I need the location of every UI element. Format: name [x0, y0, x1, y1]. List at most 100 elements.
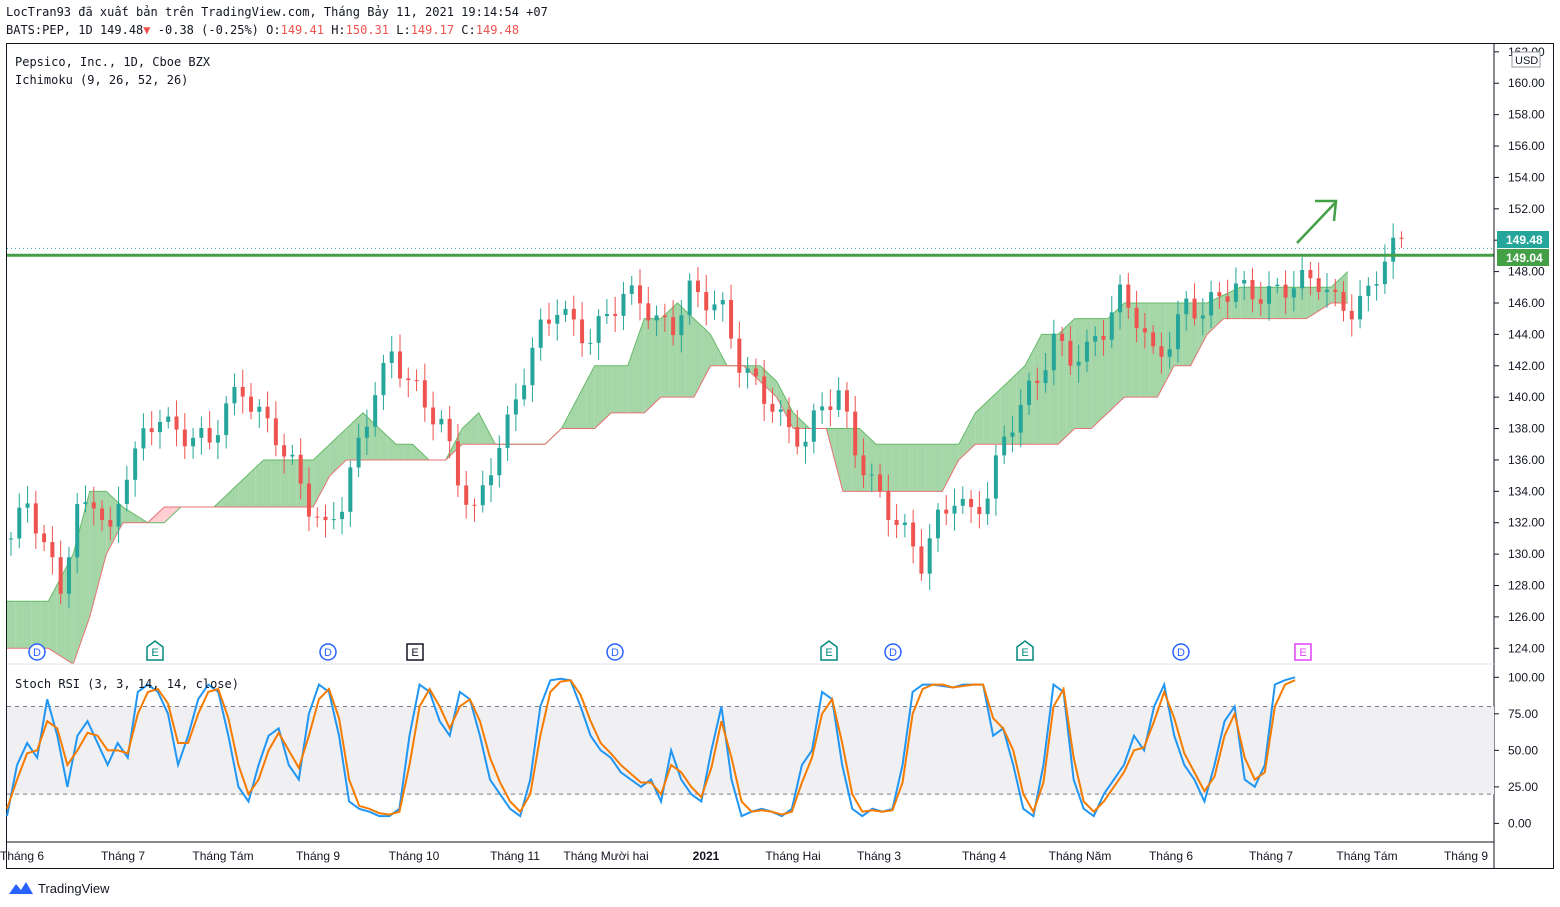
candle-body — [505, 414, 510, 448]
cloud-segment — [338, 428, 347, 468]
candle-body — [157, 421, 162, 433]
candle-body — [1192, 298, 1197, 319]
last-price-text: 149.48 — [1506, 233, 1543, 247]
stoch-tick-label: 50.00 — [1508, 743, 1538, 757]
cloud-segment — [404, 444, 413, 460]
candle-body — [952, 505, 957, 514]
candle-body — [340, 511, 345, 520]
candle-body — [1035, 380, 1040, 384]
candle-body — [116, 503, 121, 527]
candle-body — [215, 435, 220, 443]
price-tick-label: 152.00 — [1508, 202, 1545, 216]
price-tick-label: 158.00 — [1508, 108, 1545, 122]
candle-body — [902, 522, 907, 525]
candle-body — [985, 498, 990, 515]
cloud-segment — [958, 428, 968, 460]
candle-body — [513, 399, 518, 415]
candle-body — [638, 285, 643, 304]
candle-body — [191, 437, 196, 447]
chart-canvas[interactable]: 162.00160.00158.00156.00154.00152.00150.… — [0, 0, 1560, 907]
cloud-segment — [288, 459, 297, 508]
price-tick-label: 128.00 — [1508, 579, 1545, 593]
price-tick-label: 140.00 — [1508, 390, 1545, 404]
candle-body — [397, 351, 402, 379]
brand-label: TradingView — [38, 880, 110, 896]
candle-body — [1217, 292, 1222, 297]
candle-body — [389, 351, 394, 363]
cloud-segment — [602, 365, 612, 421]
price-tick-label: 134.00 — [1508, 484, 1545, 498]
candle-body — [1151, 332, 1156, 347]
candle-body — [786, 409, 791, 428]
candle-body — [166, 416, 171, 422]
candle-body — [546, 319, 551, 324]
cloud-segment — [379, 428, 388, 460]
cloud-segment — [611, 365, 620, 413]
candle-body — [282, 445, 287, 457]
candle-body — [911, 522, 916, 547]
candle-body — [687, 280, 692, 316]
price-tick-label: 160.00 — [1508, 76, 1545, 90]
candle-body — [662, 315, 667, 318]
cloud-segment — [470, 412, 479, 445]
legend-title: Pepsico, Inc., 1D, Cboe BZX — [15, 55, 211, 69]
cloud-segment — [594, 365, 603, 429]
candle-body — [927, 538, 932, 574]
candle-body — [803, 441, 808, 447]
candle-body — [331, 519, 336, 521]
candle-body — [1018, 404, 1023, 433]
candle-body — [141, 428, 146, 449]
candle-body — [571, 308, 576, 320]
candle-body — [753, 368, 758, 377]
candle-body — [1051, 333, 1056, 371]
event-label: D — [1177, 647, 1185, 659]
event-label: D — [611, 647, 619, 659]
cloud-segment — [238, 475, 248, 508]
time-tick-label: Tháng 9 — [1444, 849, 1488, 863]
cloud-segment — [164, 507, 173, 523]
candle-body — [977, 506, 982, 515]
candle-body — [1341, 291, 1346, 311]
candle-body — [315, 516, 320, 518]
candle-body — [671, 317, 676, 336]
candle-body — [720, 299, 725, 305]
candle-body — [1084, 341, 1089, 362]
candle-body — [1324, 289, 1329, 292]
candle-body — [811, 410, 816, 442]
candle-body — [249, 396, 254, 412]
candle-body — [1209, 292, 1214, 316]
cloud-segment — [40, 601, 49, 649]
candle-body — [919, 546, 924, 574]
candle-body — [1175, 314, 1180, 350]
candle-body — [828, 406, 833, 410]
candle-body — [33, 503, 38, 534]
candle-body — [240, 386, 245, 397]
event-label: E — [1299, 647, 1306, 659]
candle-body — [844, 390, 849, 412]
time-tick-label: Tháng 11 — [490, 849, 540, 863]
candle-body — [944, 509, 949, 514]
candle-body — [199, 428, 204, 438]
candle-body — [1010, 432, 1015, 437]
candles — [9, 223, 1404, 609]
cloud-segment — [131, 512, 140, 523]
candle-body — [1391, 237, 1396, 262]
support-line — [7, 247, 1494, 257]
candle-body — [1068, 340, 1073, 366]
candle-body — [348, 467, 353, 512]
candle-body — [646, 303, 651, 321]
cloud-segment — [693, 318, 703, 398]
cloud-segment — [329, 436, 339, 476]
cloud-segment — [395, 444, 405, 460]
cloud-segment — [23, 601, 32, 649]
candle-body — [1126, 284, 1131, 308]
event-label: D — [889, 647, 897, 659]
tradingview-footer[interactable]: TradingView — [8, 880, 110, 896]
cloud-segment — [950, 444, 959, 476]
candle-body — [91, 502, 96, 509]
candle-body — [1399, 237, 1404, 239]
candle-body — [1300, 270, 1305, 289]
time-tick-label: Tháng Tám — [192, 849, 253, 863]
cloud-segment — [346, 420, 355, 460]
candle-body — [373, 395, 378, 427]
